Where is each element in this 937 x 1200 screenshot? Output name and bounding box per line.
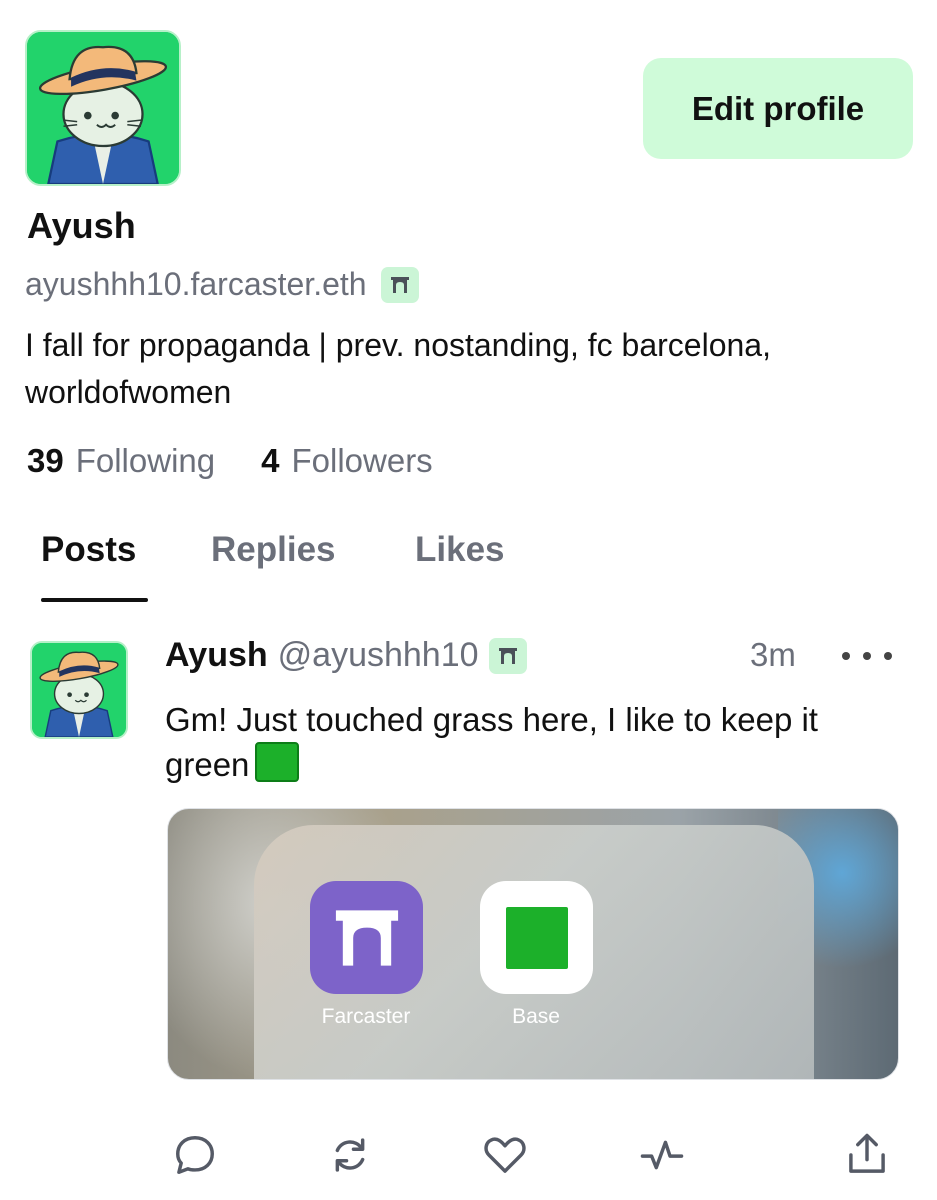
following-count: 39 xyxy=(27,442,64,479)
post-text: Gm! Just touched grass here, I like to k… xyxy=(165,698,905,787)
post-header: Ayush @ayushhh10 xyxy=(165,636,527,675)
tab-likes[interactable]: Likes xyxy=(415,530,505,570)
farcaster-arch-icon xyxy=(335,909,398,966)
profile-stats: 39 Following 4 Followers xyxy=(27,442,433,480)
like-icon[interactable] xyxy=(480,1130,530,1180)
post-actions xyxy=(0,1130,937,1190)
base-app-label: Base xyxy=(512,1005,560,1028)
following-label: Following xyxy=(75,442,216,479)
cat-cowboy-hat-avatar-icon xyxy=(27,32,179,184)
reply-icon[interactable] xyxy=(170,1130,220,1180)
profile-display-name: Ayush xyxy=(27,205,136,246)
post-timestamp: 3m xyxy=(750,636,796,673)
following-stat[interactable]: 39 Following xyxy=(27,442,215,480)
post-author-handle[interactable]: @ayushhh10 xyxy=(278,636,479,675)
followers-count: 4 xyxy=(261,442,280,479)
base-app-icon xyxy=(480,881,593,994)
farcaster-badge xyxy=(488,637,527,674)
more-options-icon[interactable] xyxy=(842,641,892,671)
recast-icon[interactable] xyxy=(325,1130,375,1180)
edit-profile-button[interactable]: Edit profile xyxy=(643,58,913,159)
active-tab-indicator xyxy=(41,598,148,602)
share-icon[interactable] xyxy=(842,1130,892,1180)
tab-replies[interactable]: Replies xyxy=(211,530,336,570)
profile-bio: I fall for propaganda | prev. nostanding… xyxy=(25,327,771,410)
tab-posts[interactable]: Posts xyxy=(41,530,136,570)
green-square-emoji xyxy=(255,742,300,782)
profile-avatar[interactable] xyxy=(25,30,181,186)
followers-label: Followers xyxy=(291,442,433,479)
farcaster-arch-icon xyxy=(498,647,517,664)
post-author-name[interactable]: Ayush xyxy=(165,636,268,675)
followers-stat[interactable]: 4 Followers xyxy=(261,442,433,480)
base-square-icon xyxy=(505,906,568,969)
cat-cowboy-hat-avatar-icon xyxy=(32,643,126,737)
farcaster-app-label: Farcaster xyxy=(321,1005,411,1028)
post-media-image[interactable]: Farcaster Base xyxy=(167,808,899,1080)
profile-handle-row: ayushhh10.farcaster.eth xyxy=(25,266,419,303)
farcaster-badge xyxy=(380,266,419,303)
farcaster-app-icon xyxy=(310,881,423,994)
profile-handle: ayushhh10.farcaster.eth xyxy=(25,266,367,302)
farcaster-arch-icon xyxy=(390,276,409,293)
profile-tabs: Posts Replies Likes xyxy=(0,530,937,602)
activity-icon[interactable] xyxy=(637,1130,687,1180)
post-author-avatar[interactable] xyxy=(30,641,128,739)
